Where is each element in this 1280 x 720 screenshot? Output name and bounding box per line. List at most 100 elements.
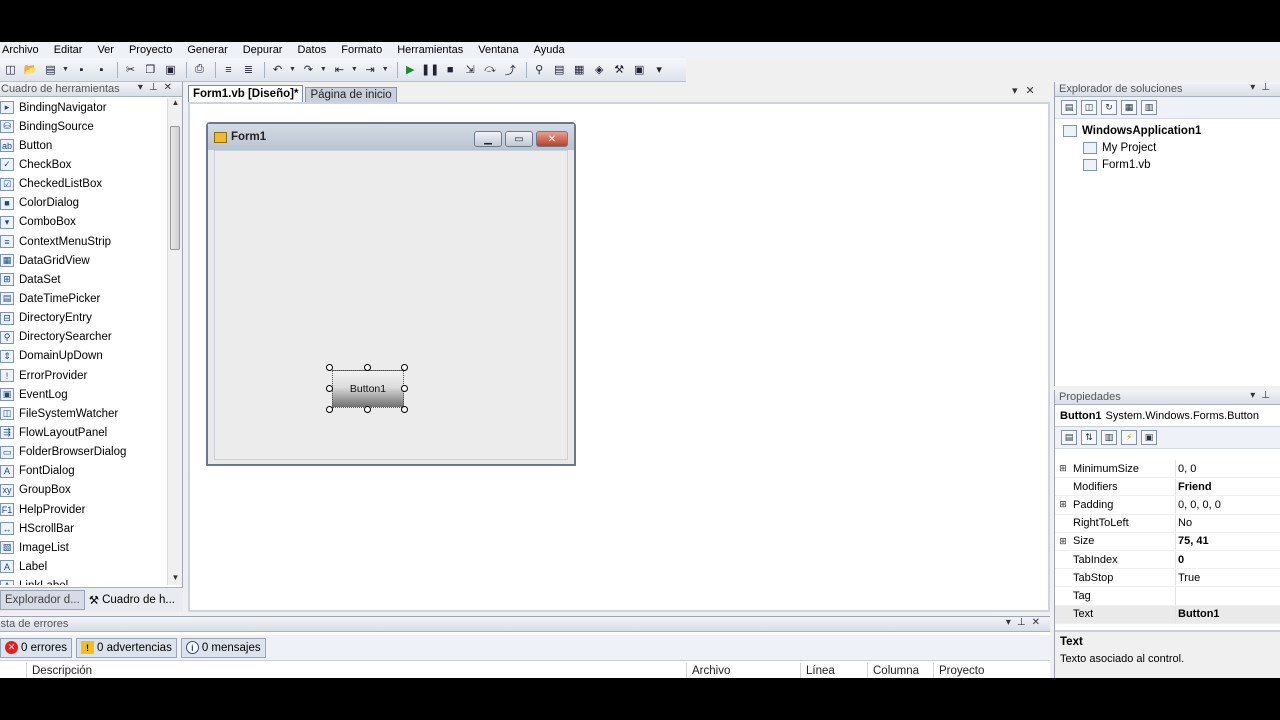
uncomment-icon[interactable]: ≣ [240,61,257,78]
toolbox-item[interactable]: ▧ ImageList [0,538,167,557]
column-description[interactable]: Descripción [26,663,686,678]
property-row[interactable]: Modifiers Friend [1055,478,1280,497]
toolbox-item[interactable]: F1 HelpProvider [0,500,167,519]
toolbox-item[interactable]: A Label [0,557,167,576]
toolbox-item[interactable]: ✓ CheckBox [0,155,167,174]
property-row[interactable]: RightToLeft No [1055,514,1280,533]
undo-dropdown-icon[interactable]: ▼ [289,66,296,73]
menu-item-herramientas[interactable]: Herramientas [397,44,470,56]
comment-icon[interactable]: ≡ [220,61,237,78]
scrollbar-thumb[interactable] [170,126,180,250]
form1-window[interactable]: Form1 ▁ ▭ ✕ [206,122,576,466]
menu-item-depurar[interactable]: Depurar [243,44,290,56]
step-into-icon[interactable]: ⇲ [462,61,479,78]
toolbox-item[interactable]: ! ErrorProvider [0,366,167,385]
view-code-icon[interactable]: ▦ [1121,100,1137,115]
toolbox-item[interactable]: ▦ DataGridView [0,251,167,270]
menu-item-proyecto[interactable]: Proyecto [129,44,179,56]
cut-icon[interactable]: ✂ [122,61,139,78]
toolbox-scrollbar[interactable]: ▲ ▼ [167,98,182,585]
toolbox-item[interactable]: ⊞ DataSet [0,270,167,289]
warnings-filter-button[interactable]: ! 0 advertencias [76,637,177,658]
toolbox-item[interactable]: ⇶ FlowLayoutPanel [0,423,167,442]
add-item-dropdown-icon[interactable]: ▼ [62,66,69,73]
undo-icon[interactable]: ↶ [269,61,286,78]
toolbox-item[interactable]: xy GroupBox [0,481,167,500]
save-all-icon[interactable]: ▪ [93,61,110,78]
navigate-forward-icon[interactable]: ⇥ [362,61,379,78]
property-value[interactable]: No [1175,514,1280,532]
resize-handle-nw[interactable] [326,364,333,371]
navigate-backward-dropdown-icon[interactable]: ▼ [351,66,358,73]
start-page-icon[interactable]: ▣ [631,61,648,78]
expand-icon[interactable]: ⊞ [1055,499,1071,510]
resize-handle-se[interactable] [401,406,408,413]
start-debugging-icon[interactable]: ▶ [402,61,419,78]
property-row[interactable]: Text Button1 [1055,605,1280,624]
scroll-down-icon[interactable]: ▼ [168,573,183,585]
paste-icon[interactable]: ▣ [162,61,179,78]
resize-handle-s[interactable] [364,406,371,413]
properties-icon[interactable]: ▤ [1061,100,1077,115]
column-column[interactable]: Columna [867,663,933,678]
add-item-icon[interactable]: ▤ [42,61,59,78]
close-icon[interactable]: ✕ [536,131,568,147]
toolbox-item[interactable]: ▸ BindingNavigator [0,98,167,117]
navigate-backward-icon[interactable]: ⇤ [331,61,348,78]
solution-explorer-icon[interactable]: ▤ [551,61,568,78]
menu-item-ventana[interactable]: Ventana [478,44,525,56]
show-all-files-icon[interactable]: ◫ [1081,100,1097,115]
toolbox-item[interactable]: ⚲ DirectorySearcher [0,328,167,347]
property-row[interactable]: ⊞ Size 75, 41 [1055,532,1280,551]
menu-item-formato[interactable]: Formato [341,44,389,56]
toolbox-item[interactable]: ☑ CheckedListBox [0,175,167,194]
property-value[interactable]: 75, 41 [1175,532,1280,550]
toolbox-item[interactable]: ▣ EventLog [0,385,167,404]
stop-debugging-icon[interactable]: ■ [442,61,459,78]
tab-toolbox-short[interactable]: ⚒ Cuadro de h... [85,590,179,610]
form1-title-bar[interactable]: Form1 ▁ ▭ ✕ [208,124,574,150]
property-value[interactable]: Button1 [1175,605,1280,623]
print-icon[interactable]: ⎙ [191,61,208,78]
resize-handle-w[interactable] [326,385,333,392]
new-project-icon[interactable]: ◫ [2,61,19,78]
refresh-icon[interactable]: ↻ [1101,100,1117,115]
toolbox-item[interactable]: A LinkLabel [0,577,167,585]
property-row[interactable]: ⊞ MinimumSize 0, 0 [1055,460,1280,479]
tree-node-form1[interactable]: Form1.vb [1055,156,1280,173]
property-value[interactable]: 0, 0, 0, 0 [1175,496,1280,514]
view-designer-icon[interactable]: ▥ [1141,100,1157,115]
toolbox-item[interactable]: ▾ ComboBox [0,213,167,232]
toolbox-item[interactable]: ▭ FolderBrowserDialog [0,443,167,462]
column-line[interactable]: Línea [800,663,867,678]
toolbox-item[interactable]: ■ ColorDialog [0,194,167,213]
tab-form1-design[interactable]: Form1.vb [Diseño]* [188,85,304,102]
properties-object-selector[interactable]: Button1 System.Windows.Forms.Button [1055,405,1280,427]
button1-control[interactable]: Button1 [332,370,404,408]
step-out-icon[interactable]: ⤴ [502,61,519,78]
property-value[interactable]: Friend [1175,478,1280,496]
resize-handle-ne[interactable] [401,364,408,371]
tab-solution-explorer-short[interactable]: Explorador d... [0,590,85,610]
property-value[interactable]: 0, 0 [1175,460,1280,478]
expand-icon[interactable]: ⊞ [1055,463,1071,474]
property-value[interactable] [1175,587,1280,605]
menu-item-archivo[interactable]: Archivo [2,44,46,56]
redo-icon[interactable]: ↷ [300,61,317,78]
errors-filter-button[interactable]: ✕ 0 errores [0,637,73,658]
toolbox-item[interactable]: ⇕ DomainUpDown [0,347,167,366]
alphabetical-icon[interactable]: ⇅ [1081,430,1097,445]
tree-node-my-project[interactable]: My Project [1055,139,1280,156]
toolbox-item[interactable]: ▤ DateTimePicker [0,289,167,308]
tab-start-page[interactable]: Página de inicio [305,87,397,102]
menu-item-ver[interactable]: Ver [97,44,121,56]
properties-window-icon[interactable]: ▦ [571,61,588,78]
resize-handle-sw[interactable] [326,406,333,413]
column-file[interactable]: Archivo [686,663,800,678]
menu-item-editar[interactable]: Editar [54,44,90,56]
toolbox-item[interactable]: ⛁ BindingSource [0,117,167,136]
form1-client-area[interactable] [214,150,568,460]
toolbox-item[interactable]: ab Button [0,136,167,155]
property-row[interactable]: TabIndex 0 [1055,550,1280,570]
find-icon[interactable]: ⚲ [531,61,548,78]
